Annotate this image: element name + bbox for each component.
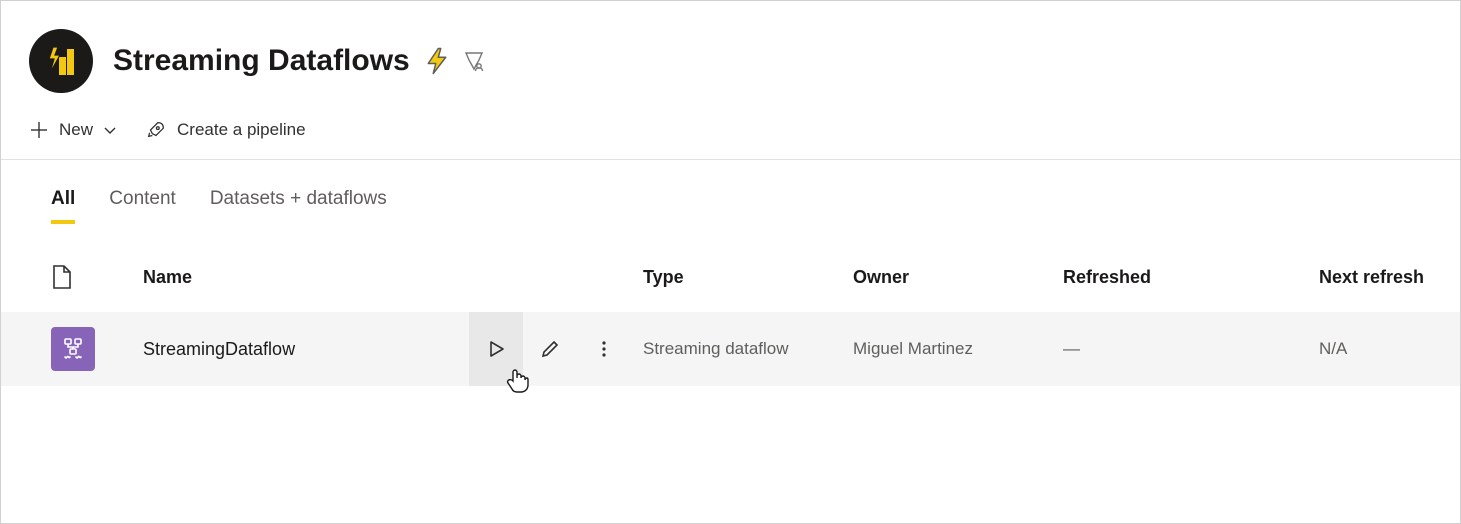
new-label: New [59,120,93,140]
lightning-bar-icon [43,43,79,79]
row-type: Streaming dataflow [643,339,853,359]
chevron-down-icon [103,123,117,137]
toolbar: New Create a pipeline [1,111,1460,160]
col-owner[interactable]: Owner [853,267,1063,288]
row-name[interactable]: StreamingDataflow [143,339,295,360]
premium-people-icon[interactable] [462,49,486,73]
row-next-refresh: N/A [1319,339,1446,359]
new-button[interactable]: New [29,120,117,140]
more-button[interactable] [577,312,631,386]
tabs: All Content Datasets + dataflows [1,160,1460,224]
tab-all[interactable]: All [51,188,75,224]
workspace-avatar [29,29,93,93]
rocket-icon [145,119,167,141]
col-name[interactable]: Name [143,267,643,288]
row-owner: Miguel Martinez [853,339,1063,359]
pencil-icon [540,339,560,359]
more-vertical-icon [595,340,613,358]
col-refreshed[interactable]: Refreshed [1063,267,1319,288]
create-pipeline-label: Create a pipeline [177,120,306,140]
tab-datasets-dataflows[interactable]: Datasets + dataflows [210,188,387,224]
col-type[interactable]: Type [643,267,853,288]
table-header: Name Type Owner Refreshed Next refresh [1,252,1460,312]
play-button[interactable] [469,312,523,386]
edit-button[interactable] [523,312,577,386]
document-icon [51,264,73,290]
tab-content[interactable]: Content [109,188,176,224]
workspace-header: Streaming Dataflows [1,1,1460,111]
workspace-title-text: Streaming Dataflows [113,44,410,78]
plus-icon [29,120,49,140]
create-pipeline-button[interactable]: Create a pipeline [145,119,306,141]
row-refreshed: — [1063,339,1319,359]
lightning-icon [422,46,452,76]
table-row[interactable]: StreamingDataflow [1,312,1460,386]
col-next-refresh[interactable]: Next refresh [1319,267,1446,288]
dataflow-type-icon [51,327,95,371]
content-table: Name Type Owner Refreshed Next refresh S… [1,224,1460,386]
workspace-title: Streaming Dataflows [113,44,486,78]
play-icon [487,340,505,358]
